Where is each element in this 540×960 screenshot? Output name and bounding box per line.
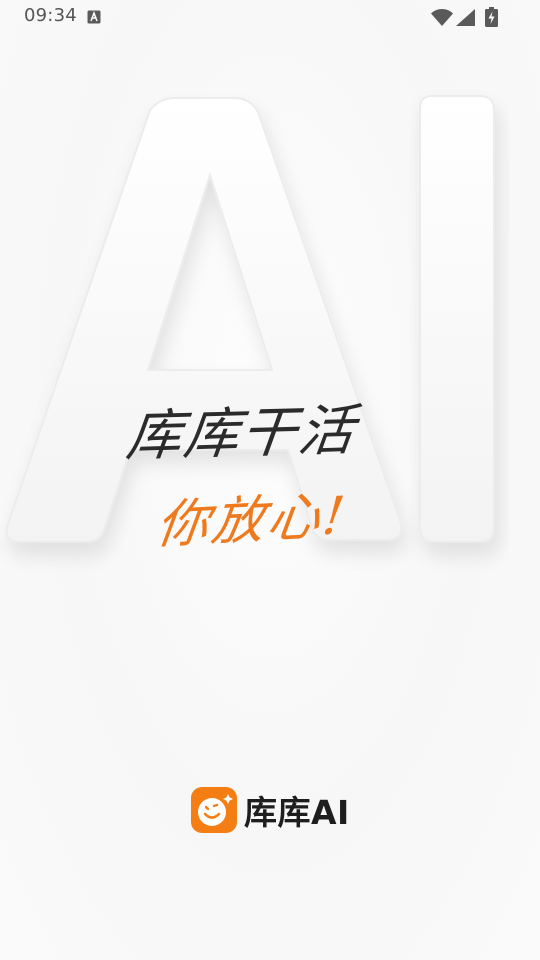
cell-signal-icon: [456, 9, 475, 26]
battery-charging-icon: [485, 7, 498, 27]
slogan: 库库干活 你放心!: [0, 370, 540, 570]
smiley-face-logo-icon: [191, 787, 237, 833]
brand-name: 库库AI: [244, 793, 350, 832]
slogan-line-1: 库库干活: [123, 398, 360, 468]
status-bar: 09:34: [0, 0, 540, 34]
wifi-icon: [431, 9, 453, 26]
splash-screen: 09:34 库库干活 你放心! 库库AI: [0, 0, 540, 960]
brand: 库库AI: [191, 787, 350, 833]
keyboard-a-icon: [87, 10, 101, 24]
slogan-line-2: 你放心!: [152, 486, 351, 556]
status-time: 09:34: [24, 5, 77, 26]
